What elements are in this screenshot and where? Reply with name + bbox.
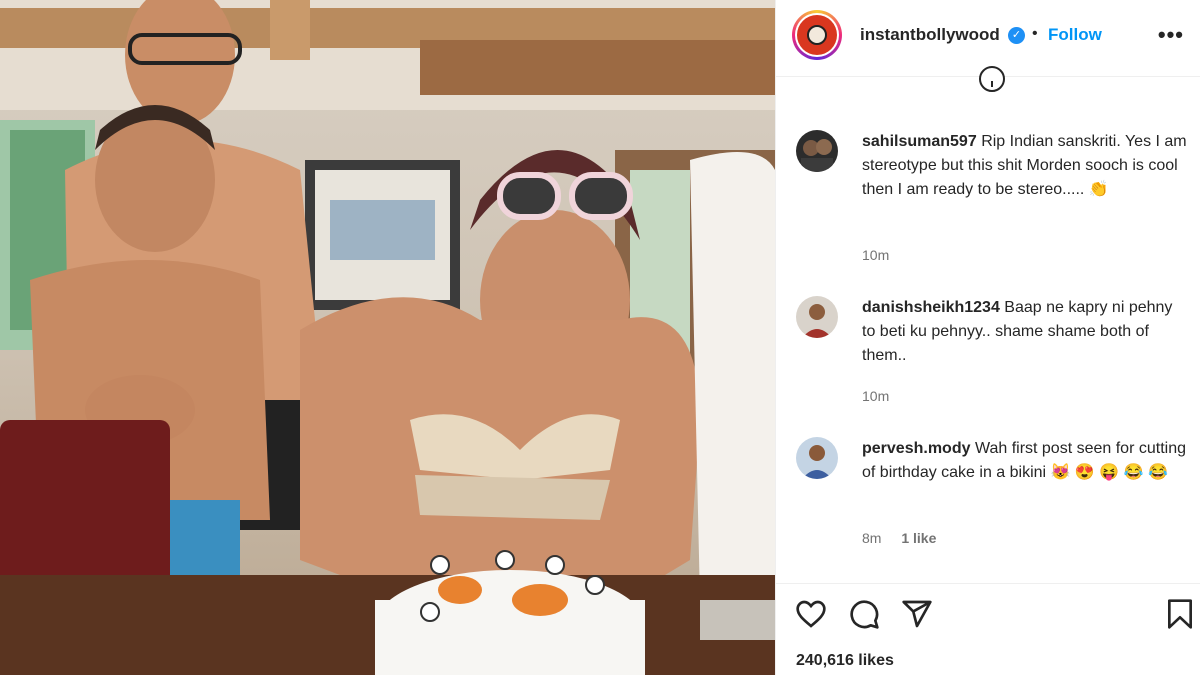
post-side-panel: instantbollywood ✓ • Follow ••• sahilsum…: [775, 0, 1200, 675]
account-username[interactable]: instantbollywood: [860, 25, 1000, 45]
comment-meta: 8m 1 like: [862, 530, 936, 546]
info-icon[interactable]: [979, 66, 1005, 92]
comment-body: sahilsuman597 Rip Indian sanskriti. Yes …: [862, 130, 1188, 202]
share-icon[interactable]: [901, 598, 933, 630]
header-separator: •: [1032, 25, 1038, 42]
follow-button[interactable]: Follow: [1048, 25, 1102, 45]
commenter-avatar[interactable]: [796, 296, 838, 338]
commenter-avatar[interactable]: [796, 437, 838, 479]
comment-time[interactable]: 10m: [862, 247, 889, 263]
comment-body: danishsheikh1234 Baap ne kapry ni pehny …: [862, 296, 1188, 368]
brand-logo-icon: [797, 15, 837, 55]
comment-meta: 10m: [862, 247, 889, 263]
post-actions: [776, 583, 1200, 646]
verified-badge-icon: ✓: [1008, 27, 1025, 44]
post-image[interactable]: [0, 0, 775, 675]
comment-username[interactable]: danishsheikh1234: [862, 299, 1000, 316]
comment-likes[interactable]: 1 like: [901, 530, 936, 546]
comment-time[interactable]: 8m: [862, 530, 881, 546]
more-options-button[interactable]: •••: [1158, 22, 1184, 48]
bookmark-icon[interactable]: [1164, 598, 1196, 630]
post-photo-illustration: [0, 0, 775, 675]
account-avatar[interactable]: [792, 10, 842, 60]
heart-icon[interactable]: [795, 598, 827, 630]
comment-time[interactable]: 10m: [862, 388, 889, 404]
likes-count[interactable]: 240,616 likes: [796, 652, 894, 670]
comment-username[interactable]: pervesh.mody: [862, 440, 970, 457]
comment-body: pervesh.mody Wah first post seen for cut…: [862, 437, 1188, 485]
comment-meta: 10m: [862, 388, 889, 404]
comment-username[interactable]: sahilsuman597: [862, 133, 977, 150]
comment-icon[interactable]: [848, 598, 880, 630]
commenter-avatar[interactable]: [796, 130, 838, 172]
